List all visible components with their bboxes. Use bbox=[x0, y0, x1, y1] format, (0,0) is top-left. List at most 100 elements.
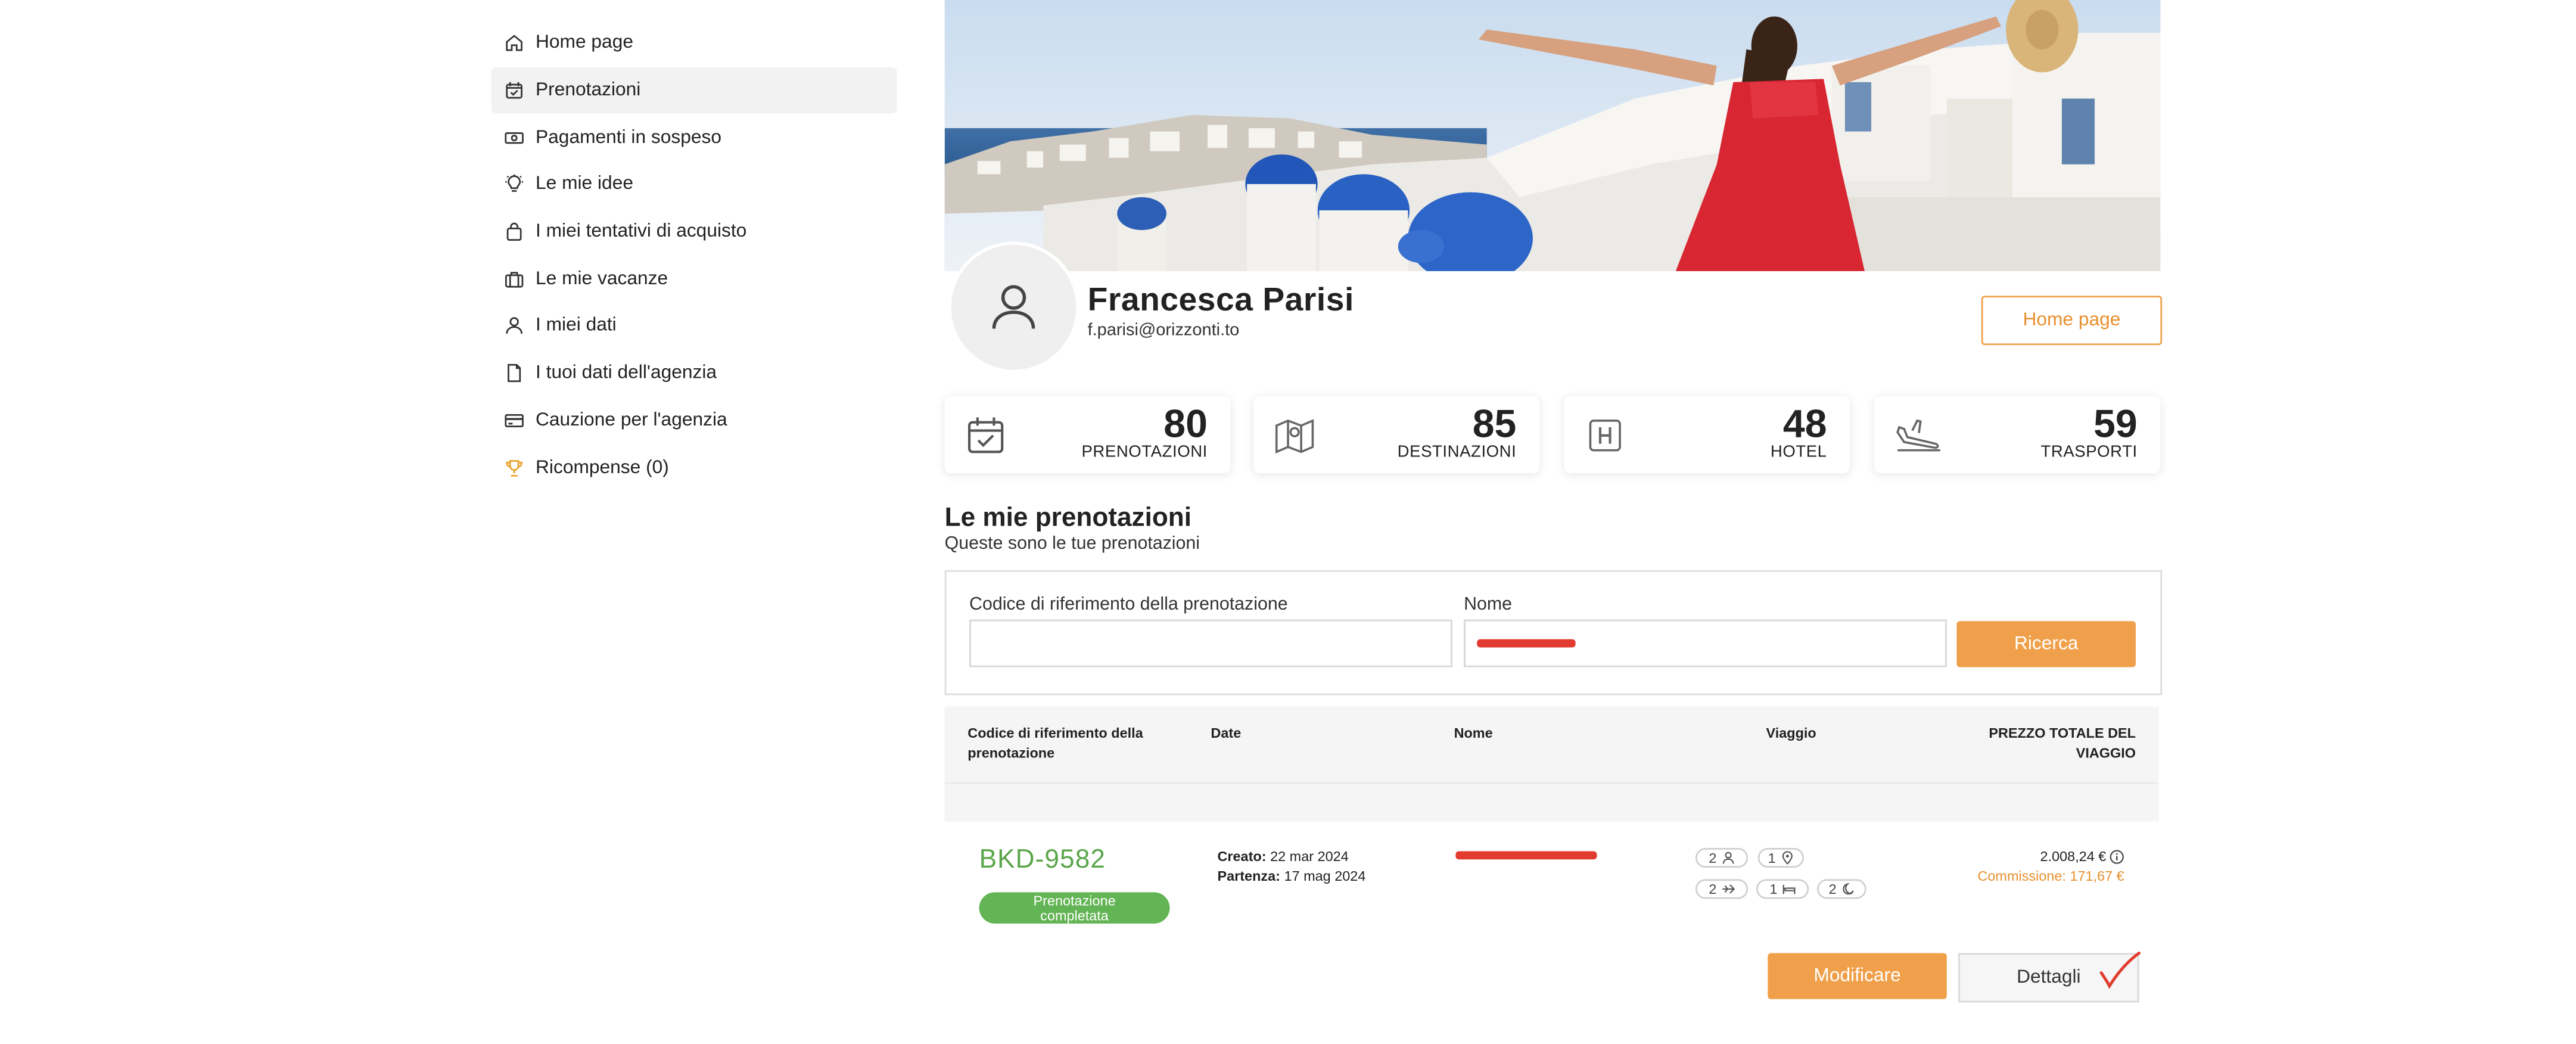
calendar-check-icon bbox=[505, 80, 524, 100]
flight-icon bbox=[1722, 884, 1735, 894]
info-icon[interactable] bbox=[2110, 849, 2124, 863]
table-header: Codice di riferimento della prenotazione… bbox=[944, 706, 2159, 782]
section-subtitle: Queste sono le tue prenotazioni bbox=[944, 534, 1200, 554]
column-header-name[interactable]: Nome bbox=[1454, 723, 1493, 742]
sidebar-item-label: Home page bbox=[536, 33, 634, 54]
sidebar-item-label: Le mie idee bbox=[536, 175, 634, 195]
sidebar-item-label: Le mie vacanze bbox=[536, 269, 668, 289]
user-icon bbox=[992, 285, 1035, 329]
stat-value: 59 bbox=[2093, 402, 2138, 448]
booking-code-label: Codice di riferimento della prenotazione bbox=[969, 595, 1288, 615]
stat-value: 85 bbox=[1472, 402, 1517, 448]
transports-count: 2 bbox=[1709, 881, 1717, 897]
bed-icon bbox=[1782, 885, 1796, 894]
total-price: 2.008,24 € bbox=[2040, 848, 2124, 865]
column-header-trip[interactable]: Viaggio bbox=[1766, 723, 1816, 742]
sidebar-item-label: I tuoi dati dell'agenzia bbox=[536, 363, 717, 383]
home-icon bbox=[505, 33, 524, 53]
red-check-mark bbox=[2099, 951, 2141, 989]
travellers-count: 2 bbox=[1709, 849, 1717, 866]
sidebar-item-label: Cauzione per l'agenzia bbox=[536, 410, 727, 431]
sidebar-item-home[interactable]: Home page bbox=[491, 20, 897, 67]
destinations-chip: 1 bbox=[1757, 847, 1804, 868]
sidebar-item-vacations[interactable]: Le mie vacanze bbox=[491, 256, 897, 303]
search-filter-panel: Codice di riferimento della prenotazione… bbox=[944, 570, 2163, 695]
sidebar-item-label: Prenotazioni bbox=[536, 80, 641, 101]
user-icon bbox=[505, 316, 524, 336]
document-icon bbox=[505, 363, 524, 383]
stat-label: HOTEL bbox=[1770, 443, 1827, 462]
stat-label: TRASPORTI bbox=[2040, 443, 2138, 462]
credit-card-icon bbox=[505, 411, 524, 430]
transports-chip: 2 bbox=[1695, 879, 1749, 899]
column-header-date[interactable]: Date bbox=[1211, 723, 1241, 742]
sidebar-item-label: I miei tentativi di acquisto bbox=[536, 222, 747, 242]
profile-name: Francesca Parisi bbox=[1087, 282, 1354, 319]
sidebar-item-purchase-attempts[interactable]: I miei tentativi di acquisto bbox=[491, 209, 897, 256]
edit-button[interactable]: Modificare bbox=[1768, 953, 1947, 999]
total-price-value: 2.008,24 € bbox=[2040, 847, 2107, 865]
departure-label: Partenza: bbox=[1217, 868, 1280, 884]
hero-banner-image bbox=[944, 0, 2161, 272]
created-value: 22 mar 2024 bbox=[1270, 847, 1349, 865]
nights-count: 2 bbox=[1828, 881, 1837, 897]
shopping-bag-icon bbox=[505, 222, 524, 242]
stat-card-hotel: 48 HOTEL bbox=[1564, 396, 1850, 474]
stat-value: 80 bbox=[1163, 402, 1208, 448]
name-input[interactable] bbox=[1464, 619, 1947, 667]
lightbulb-icon bbox=[505, 175, 524, 194]
person-icon bbox=[1722, 852, 1734, 864]
rooms-chip: 1 bbox=[1756, 879, 1809, 899]
sidebar-item-agency-data[interactable]: I tuoi dati dell'agenzia bbox=[491, 350, 897, 397]
sidebar-item-agency-deposit[interactable]: Cauzione per l'agenzia bbox=[491, 397, 897, 444]
sidebar-item-label: Ricompense (0) bbox=[536, 458, 669, 478]
map-icon bbox=[1275, 419, 1314, 454]
stat-label: DESTINAZIONI bbox=[1397, 443, 1517, 462]
created-label: Creato: bbox=[1217, 847, 1267, 865]
sidebar-item-bookings[interactable]: Prenotazioni bbox=[491, 67, 897, 114]
commission: Commissione: 171,67 € bbox=[1977, 868, 2124, 884]
sidebar-item-rewards[interactable]: Ricompense (0) bbox=[491, 444, 897, 491]
location-pin-icon bbox=[1782, 851, 1793, 865]
avatar bbox=[948, 241, 1079, 373]
table-spacer bbox=[944, 782, 2159, 822]
sidebar-item-my-data[interactable]: I miei dati bbox=[491, 303, 897, 350]
redacted-name bbox=[1455, 851, 1597, 860]
section-title: Le mie prenotazioni bbox=[944, 504, 1192, 533]
departure-date: Partenza: 17 mag 2024 bbox=[1217, 868, 1365, 884]
suitcase-icon bbox=[505, 269, 524, 289]
hotel-icon bbox=[1589, 420, 1621, 452]
moon-icon bbox=[1842, 883, 1854, 895]
profile-email: f.parisi@orizzonti.to bbox=[1087, 320, 1240, 340]
booking-code[interactable]: BKD-9582 bbox=[979, 846, 1106, 876]
destinations-count: 1 bbox=[1768, 849, 1776, 866]
departure-value: 17 mag 2024 bbox=[1284, 868, 1366, 884]
money-icon bbox=[505, 128, 524, 147]
status-badge-label: Prenotazione completata bbox=[1033, 892, 1116, 923]
trophy-icon bbox=[505, 458, 524, 477]
nights-chip: 2 bbox=[1817, 879, 1866, 899]
sidebar-item-ideas[interactable]: Le mie idee bbox=[491, 161, 897, 208]
stat-card-bookings: 80 PRENOTAZIONI bbox=[944, 396, 1231, 474]
sidebar-item-pending-payments[interactable]: Pagamenti in sospeso bbox=[491, 114, 897, 161]
column-header-code[interactable]: Codice di riferimento della prenotazione bbox=[967, 723, 1173, 762]
sidebar-item-label: I miei dati bbox=[536, 316, 617, 336]
travellers-chip: 2 bbox=[1695, 847, 1749, 868]
stat-value: 48 bbox=[1782, 402, 1827, 448]
booking-code-input[interactable] bbox=[969, 619, 1452, 667]
name-label: Nome bbox=[1464, 595, 1513, 615]
created-date: Creato: 22 mar 2024 bbox=[1217, 848, 1348, 865]
redacted-text bbox=[1477, 639, 1576, 648]
calendar-check-icon bbox=[967, 417, 1004, 453]
stat-label: PRENOTAZIONI bbox=[1081, 443, 1208, 462]
search-button[interactable]: Ricerca bbox=[1956, 621, 2136, 667]
plane-landing-icon bbox=[1896, 419, 1940, 452]
stat-card-transports: 59 TRASPORTI bbox=[1874, 396, 2161, 474]
column-header-price[interactable]: PREZZO TOTALE DEL VIAGGIO bbox=[1980, 723, 2136, 762]
sidebar-menu: Home page Prenotazioni Pagamenti in sosp… bbox=[491, 20, 897, 491]
rooms-count: 1 bbox=[1769, 881, 1778, 897]
status-badge: Prenotazione completata bbox=[979, 892, 1170, 924]
details-button-label: Dettagli bbox=[2017, 968, 2081, 988]
home-page-button[interactable]: Home page bbox=[1981, 296, 2163, 346]
sidebar-item-label: Pagamenti in sospeso bbox=[536, 128, 722, 148]
